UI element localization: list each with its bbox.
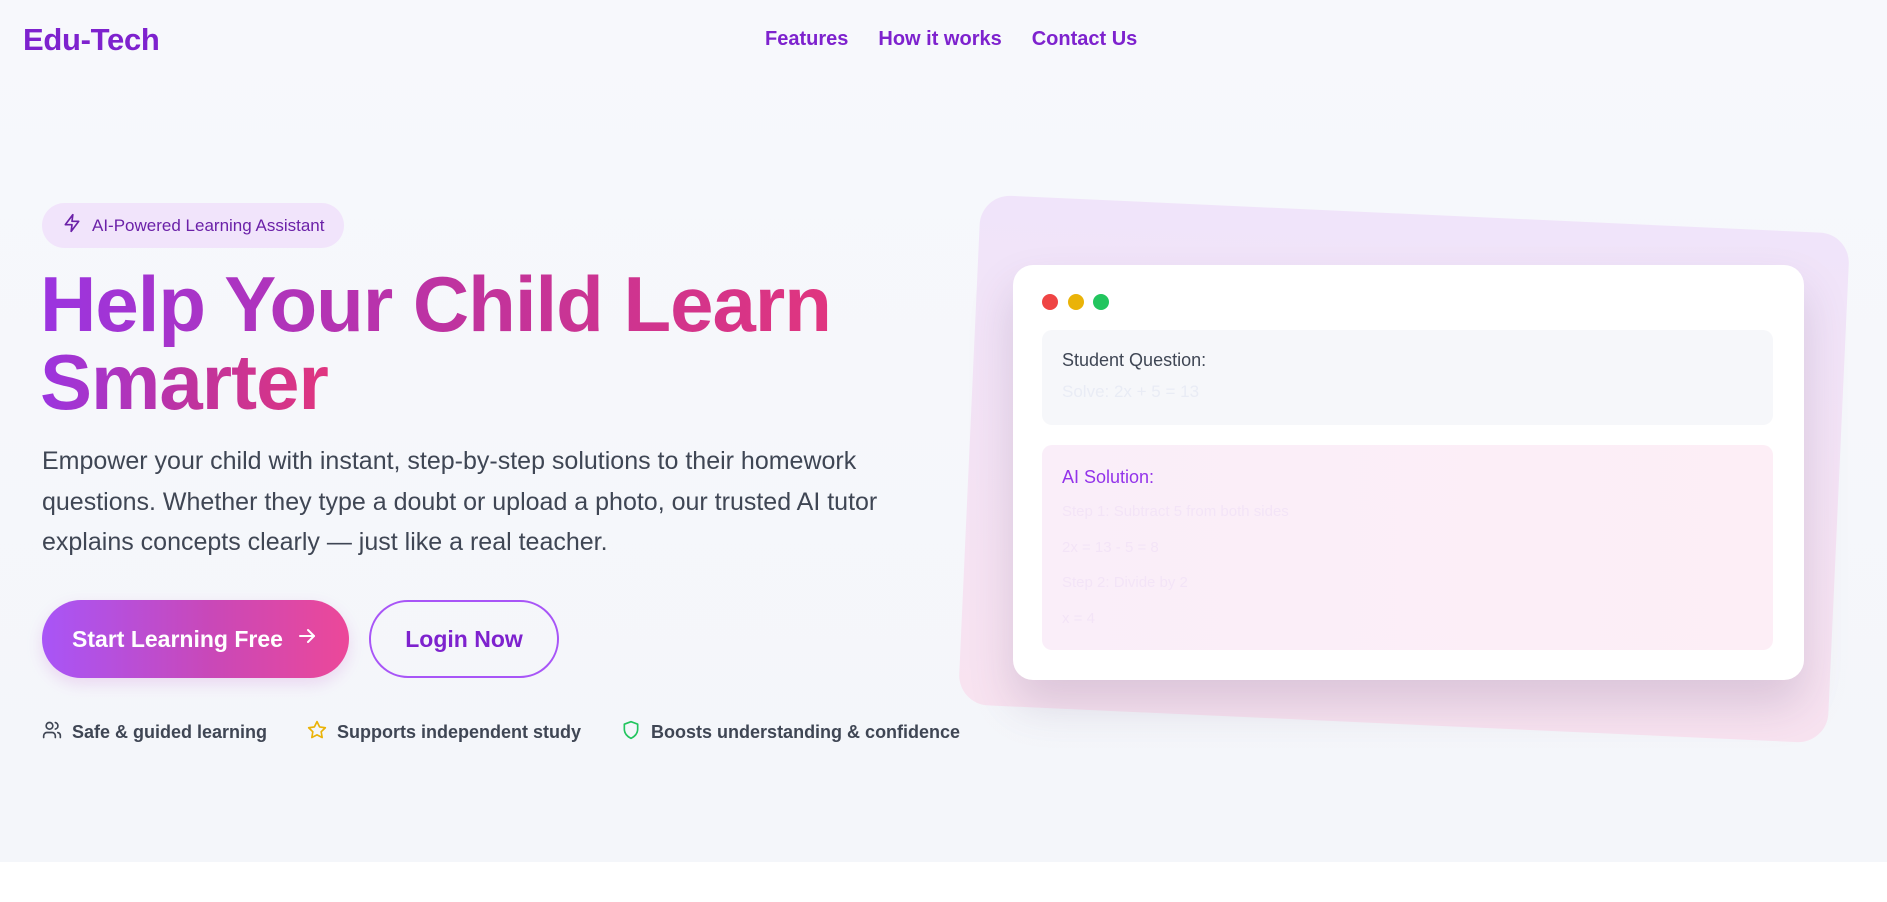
feature-independent-study: Supports independent study [307, 720, 581, 745]
navbar: Edu-Tech Features How it works Contact U… [0, 0, 1887, 80]
preview-window: Student Question: Solve: 2x + 5 = 13 AI … [1013, 265, 1804, 680]
hero-headline: Help Your Child Learn Smarter [40, 265, 940, 421]
users-icon [42, 720, 62, 745]
hero-subtext: Empower your child with instant, step-by… [42, 447, 878, 556]
star-icon [307, 720, 327, 745]
nav-link-how-it-works[interactable]: How it works [878, 28, 1001, 51]
solution-label: AI Solution: [1062, 467, 1155, 487]
headline-line-1: Help Your Child Learn [40, 260, 832, 348]
start-learning-button[interactable]: Start Learning Free [42, 600, 349, 678]
solution-line: Step 1: Subtract 5 from both sides [1062, 503, 1289, 520]
window-close-dot [1042, 294, 1058, 310]
solution-line: 2x = 13 - 5 = 8 [1062, 539, 1159, 556]
arrow-right-icon [295, 624, 319, 654]
badge-label: AI-Powered Learning Assistant [92, 215, 325, 235]
question-label: Student Question: [1062, 350, 1207, 370]
nav-link-contact-us[interactable]: Contact Us [1032, 28, 1138, 51]
window-minimize-dot [1068, 294, 1084, 310]
window-maximize-dot [1093, 294, 1109, 310]
headline-line-2: Smarter [40, 338, 329, 426]
brand-logo[interactable]: Edu-Tech [23, 22, 160, 58]
feature-confidence: Boosts understanding & confidence [621, 720, 960, 745]
feature-list: Safe & guided learning Supports independ… [42, 720, 960, 745]
ai-badge: AI-Powered Learning Assistant [42, 203, 345, 248]
section-divider [0, 862, 1887, 902]
login-button[interactable]: Login Now [369, 600, 559, 678]
question-text: Solve: 2x + 5 = 13 [1062, 382, 1200, 401]
solution-line: Step 2: Divide by 2 [1062, 574, 1188, 591]
solution-line: x = 4 [1062, 610, 1095, 627]
lightning-icon [62, 213, 82, 238]
feature-label: Safe & guided learning [72, 722, 268, 742]
nav-links: Features How it works Contact Us [765, 28, 1137, 51]
ai-solution-box: AI Solution: Step 1: Subtract 5 from bot… [1042, 445, 1773, 650]
shield-icon [621, 720, 641, 745]
start-learning-label: Start Learning Free [72, 625, 283, 652]
feature-safe-learning: Safe & guided learning [42, 720, 267, 745]
nav-link-features[interactable]: Features [765, 28, 848, 51]
feature-label: Boosts understanding & confidence [651, 722, 961, 742]
feature-label: Supports independent study [337, 722, 582, 742]
student-question-box: Student Question: Solve: 2x + 5 = 13 [1042, 330, 1773, 425]
